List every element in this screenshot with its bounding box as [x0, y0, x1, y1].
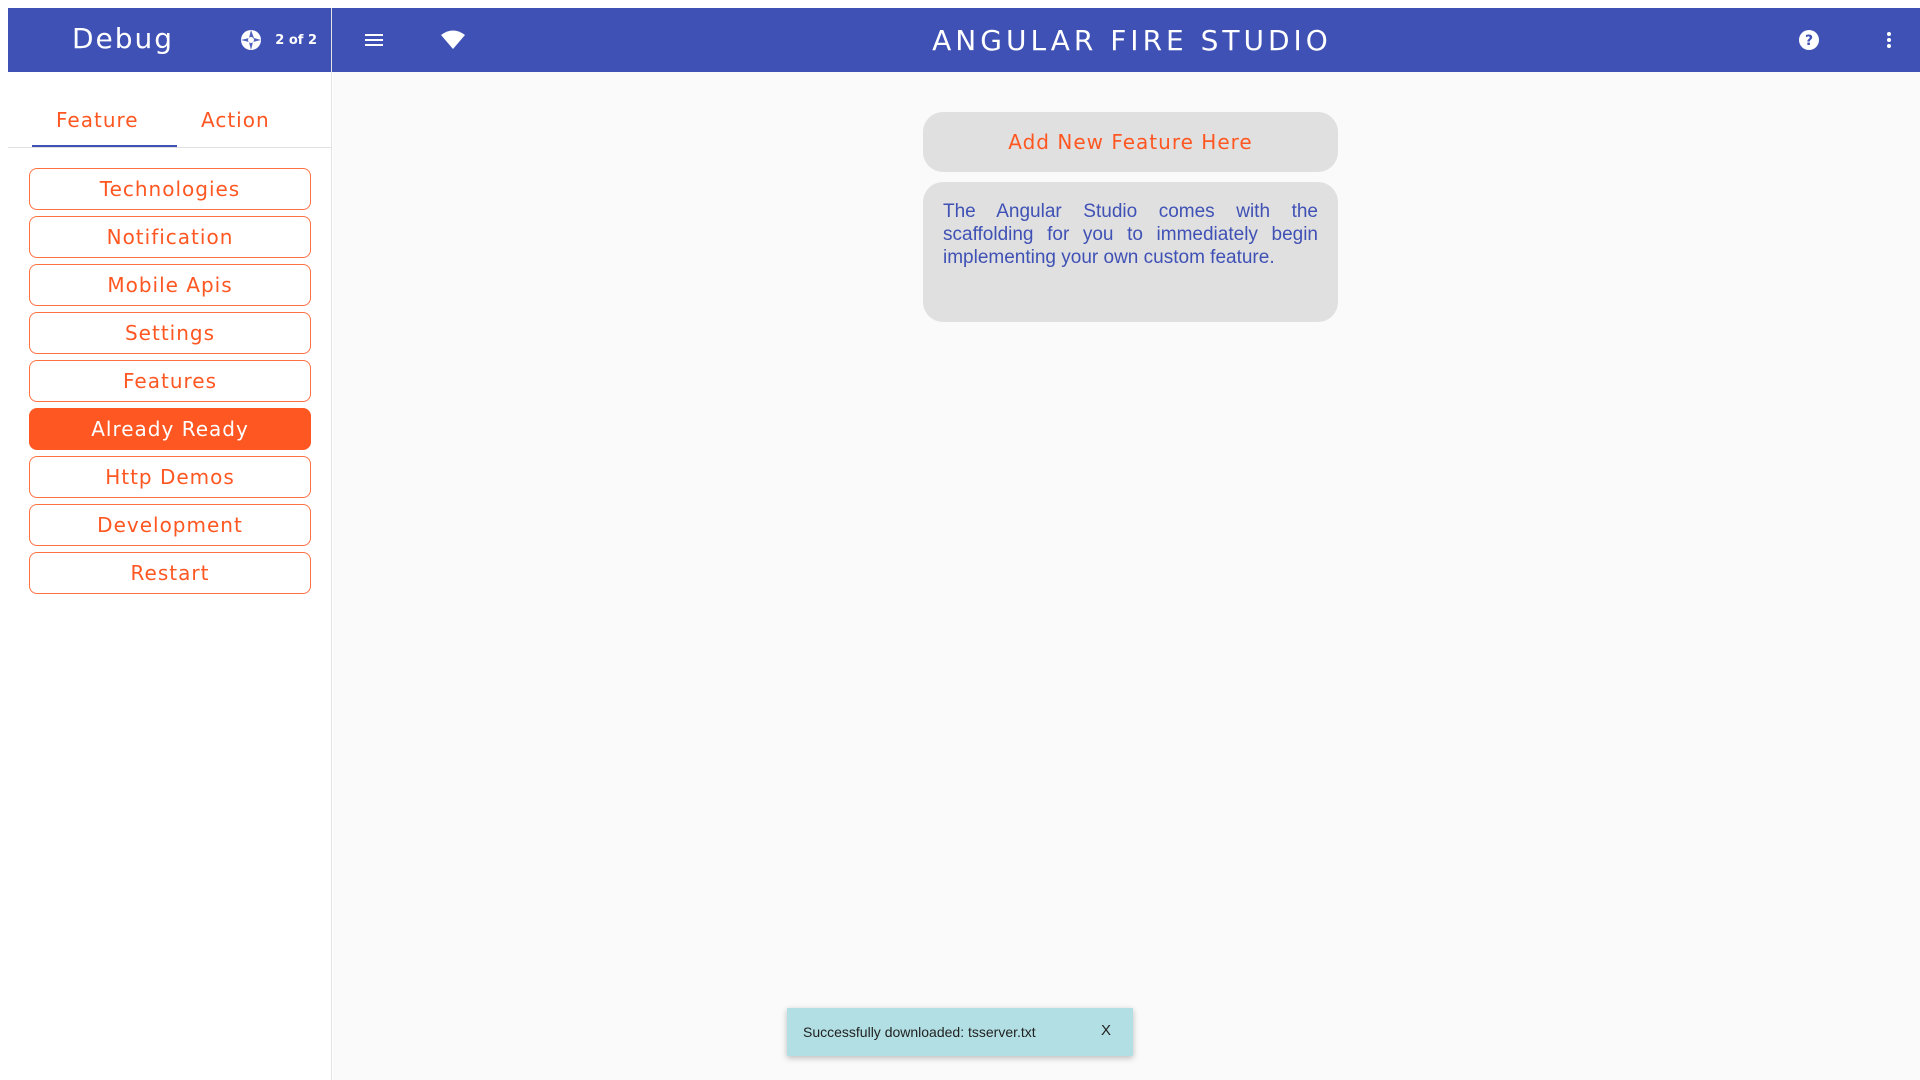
tab-action[interactable]: Action	[201, 108, 270, 132]
top-toolbar: ANGULAR FIRE STUDIO ?	[332, 8, 1920, 72]
tab-active-indicator	[32, 145, 177, 147]
more-vert-icon[interactable]	[1877, 28, 1901, 52]
sidebar-item-already-ready[interactable]: Already Ready	[29, 408, 311, 450]
snackbar-message: Successfully downloaded: tsserver.txt	[803, 1024, 1036, 1040]
svg-text:?: ?	[1805, 33, 1813, 49]
help-icon[interactable]: ?	[1797, 28, 1821, 52]
pager-text: 2 of 2	[275, 32, 317, 48]
tab-feature[interactable]: Feature	[56, 108, 139, 132]
sidebar-header: Debug 2 of 2	[8, 8, 331, 72]
sidebar-menu: Technologies Notification Mobile Apis Se…	[29, 168, 311, 600]
add-feature-button[interactable]: Add New Feature Here	[923, 112, 1338, 172]
app-root: Debug 2 of 2 Feature Action Technologies…	[0, 0, 1920, 1080]
main-content: Add New Feature Here The Angular Studio …	[333, 72, 1920, 1080]
sidebar-tabs: Feature Action	[8, 98, 332, 148]
sidebar-item-mobile-apis[interactable]: Mobile Apis	[29, 264, 311, 306]
pager: 2 of 2	[239, 28, 317, 52]
sidebar-item-technologies[interactable]: Technologies	[29, 168, 311, 210]
app-title: ANGULAR FIRE STUDIO	[932, 24, 1332, 57]
sidebar-item-http-demos[interactable]: Http Demos	[29, 456, 311, 498]
sidebar: Debug 2 of 2 Feature Action Technologies…	[8, 8, 332, 1080]
snackbar: Successfully downloaded: tsserver.txt X	[787, 1008, 1133, 1056]
sidebar-item-features[interactable]: Features	[29, 360, 311, 402]
sidebar-item-settings[interactable]: Settings	[29, 312, 311, 354]
snackbar-close-button[interactable]: X	[1101, 1022, 1111, 1039]
sidebar-item-restart[interactable]: Restart	[29, 552, 311, 594]
aperture-icon[interactable]	[239, 28, 263, 52]
sidebar-item-notification[interactable]: Notification	[29, 216, 311, 258]
sidebar-item-development[interactable]: Development	[29, 504, 311, 546]
info-card: The Angular Studio comes with the scaffo…	[923, 182, 1338, 322]
sidebar-title: Debug	[72, 22, 175, 55]
